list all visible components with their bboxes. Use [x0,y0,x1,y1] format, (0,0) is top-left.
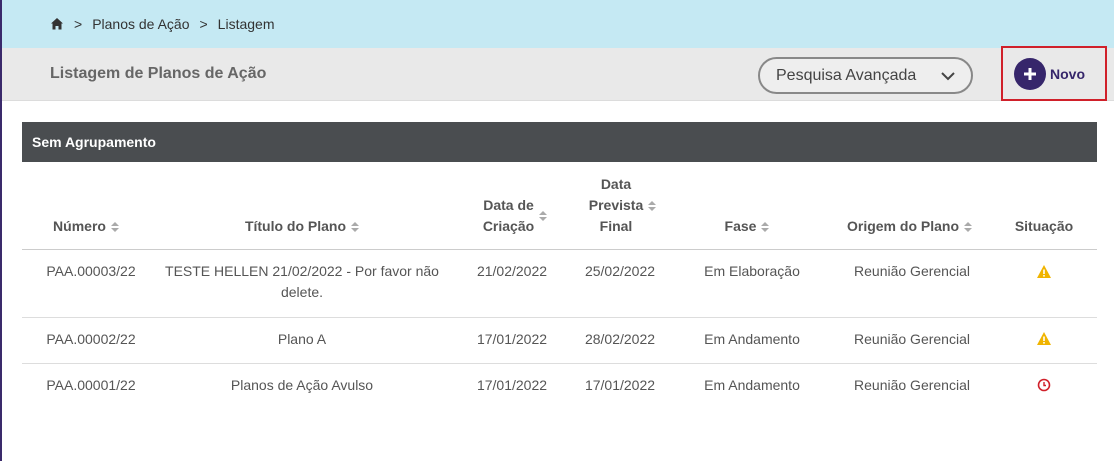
cell-data-prevista: 17/01/2022 [584,377,656,393]
warning-icon[interactable] [1036,331,1052,347]
cell-data-prevista: 28/02/2022 [584,331,656,347]
overdue-clock-icon[interactable] [1036,377,1052,393]
column-header-fase[interactable]: Fase [712,216,782,237]
cell-numero: PAA.00002/22 [46,331,136,347]
group-label: Sem Agrupamento [32,134,156,150]
warning-icon[interactable] [1036,264,1052,280]
sort-icon [539,211,548,221]
sort-icon [648,200,657,211]
sort-icon [110,222,119,233]
table-row[interactable]: PAA.00001/22 Planos de Ação Avulso 17/01… [22,364,1097,410]
column-header-data-prevista[interactable]: Data Prevista Final [575,174,670,237]
cell-fase: Em Andamento [704,331,800,347]
plus-icon [1014,57,1046,90]
column-header-numero[interactable]: Número [36,216,136,237]
breadcrumb-separator: > [74,16,83,32]
table-row[interactable]: PAA.00002/22 Plano A 17/01/2022 28/02/20… [22,318,1097,364]
table-header: Número Título do Plano Data de Criação D… [22,162,1097,250]
cell-numero: PAA.00003/22 [46,263,136,279]
chevron-down-icon [941,72,955,81]
cell-titulo: Planos de Ação Avulso [230,377,374,393]
cell-data-prevista: 25/02/2022 [584,263,656,279]
column-header-titulo[interactable]: Título do Plano [222,216,382,237]
breadcrumb-item-listagem: Listagem [217,16,275,32]
cell-titulo: TESTE HELLEN 21/02/2022 - Por favor não … [165,263,439,300]
cell-numero: PAA.00001/22 [46,377,136,393]
cell-fase: Em Andamento [704,377,800,393]
cell-titulo: Plano A [277,331,327,347]
sort-icon [351,222,360,233]
cell-origem: Reunião Gerencial [854,263,970,279]
cell-origem: Reunião Gerencial [854,377,970,393]
new-plan-label: Novo [1050,65,1085,82]
new-plan-button[interactable]: Novo [1001,46,1107,101]
cell-data-criacao: 17/01/2022 [476,377,548,393]
column-header-origem[interactable]: Origem do Plano [837,216,982,237]
column-header-data-criacao[interactable]: Data de Criação [470,195,560,237]
cell-fase: Em Elaboração [704,263,800,279]
advanced-search-dropdown[interactable]: Pesquisa Avançada [758,57,973,94]
page-header: Listagem de Planos de Ação Pesquisa Avan… [2,46,1114,101]
sort-icon [964,222,972,233]
breadcrumb-separator: > [199,16,208,32]
sort-icon [761,222,770,233]
breadcrumb: > Planos de Ação > Listagem [2,0,1114,48]
cell-data-criacao: 17/01/2022 [476,331,548,347]
cell-origem: Reunião Gerencial [854,331,970,347]
group-header: Sem Agrupamento [22,122,1097,162]
plans-table: Número Título do Plano Data de Criação D… [22,162,1097,410]
home-icon[interactable] [50,17,64,31]
breadcrumb-item-planos[interactable]: Planos de Ação [92,16,189,32]
column-header-situacao: Situação [1014,218,1074,234]
advanced-search-label: Pesquisa Avançada [776,66,917,84]
table-row[interactable]: PAA.00003/22 TESTE HELLEN 21/02/2022 - P… [22,250,1097,318]
page-title: Listagem de Planos de Ação [50,65,267,82]
cell-data-criacao: 21/02/2022 [476,263,548,279]
